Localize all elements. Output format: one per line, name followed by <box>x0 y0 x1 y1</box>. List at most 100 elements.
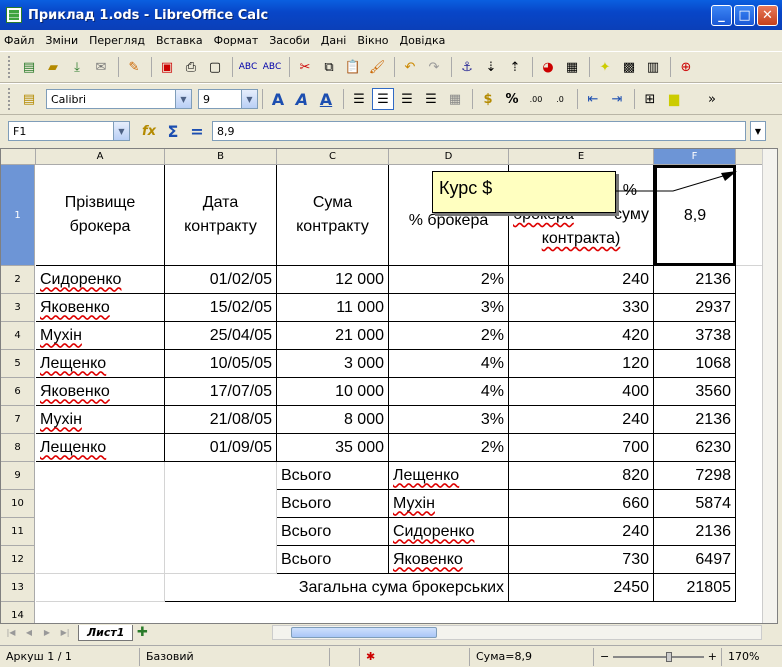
hyperlink-icon[interactable]: ⚓ <box>456 56 478 78</box>
menu-format[interactable]: Формат <box>214 34 259 47</box>
print-icon[interactable]: ⎙ <box>180 56 202 78</box>
italic-icon[interactable]: A <box>291 88 313 110</box>
sort-ascending-icon[interactable]: ⇣ <box>480 56 502 78</box>
cell-broker-pct[interactable]: 2% <box>389 266 509 294</box>
cell-converted[interactable]: 6230 <box>654 434 736 462</box>
navigator-icon[interactable]: ✦ <box>594 56 616 78</box>
minimize-button[interactable]: _ <box>711 5 732 26</box>
cell-broker-pct[interactable]: 4% <box>389 350 509 378</box>
first-sheet-icon[interactable]: |◀ <box>4 626 18 640</box>
prev-sheet-icon[interactable]: ◀ <box>22 626 36 640</box>
row-header[interactable]: 2 <box>1 266 35 294</box>
column-header[interactable]: C <box>277 149 389 165</box>
add-sheet-icon[interactable]: ✚ <box>133 625 151 641</box>
cell-broker-pct[interactable]: 4% <box>389 378 509 406</box>
cell-converted[interactable]: 2136 <box>654 266 736 294</box>
scrollbar-thumb[interactable] <box>291 627 437 638</box>
row-header[interactable]: 6 <box>1 378 35 406</box>
zoom-level[interactable]: 170% <box>722 648 772 666</box>
cell-surname[interactable]: Мухін <box>36 322 165 350</box>
total-converted[interactable]: 5874 <box>654 490 736 518</box>
cell-surname[interactable]: Яковенко <box>36 294 165 322</box>
row-header[interactable]: 1 <box>1 165 35 266</box>
column-header[interactable]: F <box>654 149 736 165</box>
cell-commission[interactable]: 400 <box>509 378 654 406</box>
zoom-in-icon[interactable]: + <box>708 650 717 663</box>
row-header[interactable]: 5 <box>1 350 35 378</box>
help-icon[interactable]: ⊕ <box>675 56 697 78</box>
total-converted[interactable]: 7298 <box>654 462 736 490</box>
autospell-icon[interactable]: ABC <box>261 56 283 78</box>
total-name[interactable]: Яковенко <box>389 546 509 574</box>
menu-window[interactable]: Вікно <box>357 34 388 47</box>
cell-sum[interactable]: 3 000 <box>277 350 389 378</box>
align-right-icon[interactable]: ☰ <box>396 88 418 110</box>
row-header[interactable]: 12 <box>1 546 35 574</box>
merge-cells-icon[interactable]: ▦ <box>444 88 466 110</box>
menu-tools[interactable]: Засоби <box>269 34 310 47</box>
function-wizard-icon[interactable]: fx <box>138 120 160 142</box>
chevron-down-icon[interactable]: ▼ <box>175 90 191 108</box>
expand-formula-button[interactable]: ▼ <box>750 121 766 141</box>
clone-format-icon[interactable]: 🖌 <box>366 56 388 78</box>
font-name-combo[interactable]: Calibri ▼ <box>46 89 192 109</box>
cell-comment[interactable]: Курс $ <box>432 171 616 213</box>
gallery-icon[interactable]: ▩ <box>618 56 640 78</box>
underline-icon[interactable]: A <box>315 88 337 110</box>
insert-mode-indicator[interactable] <box>330 647 360 666</box>
export-pdf-icon[interactable]: ▣ <box>156 56 178 78</box>
grand-total-commission[interactable]: 2450 <box>509 574 654 602</box>
redo-icon[interactable]: ↷ <box>423 56 445 78</box>
total-commission[interactable]: 820 <box>509 462 654 490</box>
vertical-scrollbar[interactable] <box>762 149 777 623</box>
header-cell-sum[interactable]: Сума контракту <box>277 165 389 266</box>
cell-converted[interactable]: 2136 <box>654 406 736 434</box>
total-commission[interactable]: 660 <box>509 490 654 518</box>
edit-file-icon[interactable]: ✎ <box>123 56 145 78</box>
name-box[interactable]: F1 ▼ <box>8 121 130 141</box>
cell-sum[interactable]: 8 000 <box>277 406 389 434</box>
total-commission[interactable]: 240 <box>509 518 654 546</box>
sum-icon[interactable]: Σ <box>162 120 184 142</box>
menu-data[interactable]: Дані <box>321 34 347 47</box>
total-label[interactable]: Всього <box>277 546 389 574</box>
cell-surname[interactable]: Яковенко <box>36 378 165 406</box>
chevron-down-icon[interactable]: ▼ <box>113 122 129 140</box>
cell-commission[interactable]: 240 <box>509 406 654 434</box>
cell-commission[interactable]: 700 <box>509 434 654 462</box>
font-size-combo[interactable]: 9 ▼ <box>198 89 258 109</box>
total-commission[interactable]: 730 <box>509 546 654 574</box>
align-center-icon[interactable]: ☰ <box>372 88 394 110</box>
cell-date[interactable]: 10/05/05 <box>165 350 277 378</box>
cell-date[interactable]: 25/04/05 <box>165 322 277 350</box>
sheet-tab[interactable]: Лист1 <box>78 624 134 641</box>
row-header[interactable]: 11 <box>1 518 35 546</box>
column-header[interactable]: D <box>389 149 509 165</box>
horizontal-scrollbar[interactable] <box>272 625 762 640</box>
spreadsheet-grid[interactable]: A B C D E F 1 2 3 4 5 6 7 8 9 10 11 12 1… <box>0 148 778 624</box>
cell-surname[interactable]: Лещенко <box>36 434 165 462</box>
row-header[interactable]: 13 <box>1 574 35 602</box>
cell-date[interactable]: 01/09/05 <box>165 434 277 462</box>
cell-broker-pct[interactable]: 2% <box>389 434 509 462</box>
zoom-out-icon[interactable]: − <box>600 650 609 663</box>
formula-input[interactable]: 8,9 <box>212 121 746 141</box>
total-label[interactable]: Всього <box>277 462 389 490</box>
page-style[interactable]: Базовий <box>140 647 330 666</box>
cell-surname[interactable]: Сидоренко <box>36 266 165 294</box>
menu-file[interactable]: Файл <box>4 34 34 47</box>
cell-sum[interactable]: 35 000 <box>277 434 389 462</box>
cell-commission[interactable]: 240 <box>509 266 654 294</box>
cell-converted[interactable]: 3738 <box>654 322 736 350</box>
print-preview-icon[interactable]: ▢ <box>204 56 226 78</box>
currency-icon[interactable]: $ <box>477 88 499 110</box>
cell-commission[interactable]: 420 <box>509 322 654 350</box>
number-format-icon[interactable]: .00 <box>525 88 547 110</box>
cell-broker-pct[interactable]: 3% <box>389 294 509 322</box>
column-header[interactable]: B <box>165 149 277 165</box>
cell-commission[interactable]: 330 <box>509 294 654 322</box>
cell-date[interactable]: 17/07/05 <box>165 378 277 406</box>
row-header[interactable]: 3 <box>1 294 35 322</box>
align-left-icon[interactable]: ☰ <box>348 88 370 110</box>
styles-icon[interactable]: ▤ <box>18 88 40 110</box>
